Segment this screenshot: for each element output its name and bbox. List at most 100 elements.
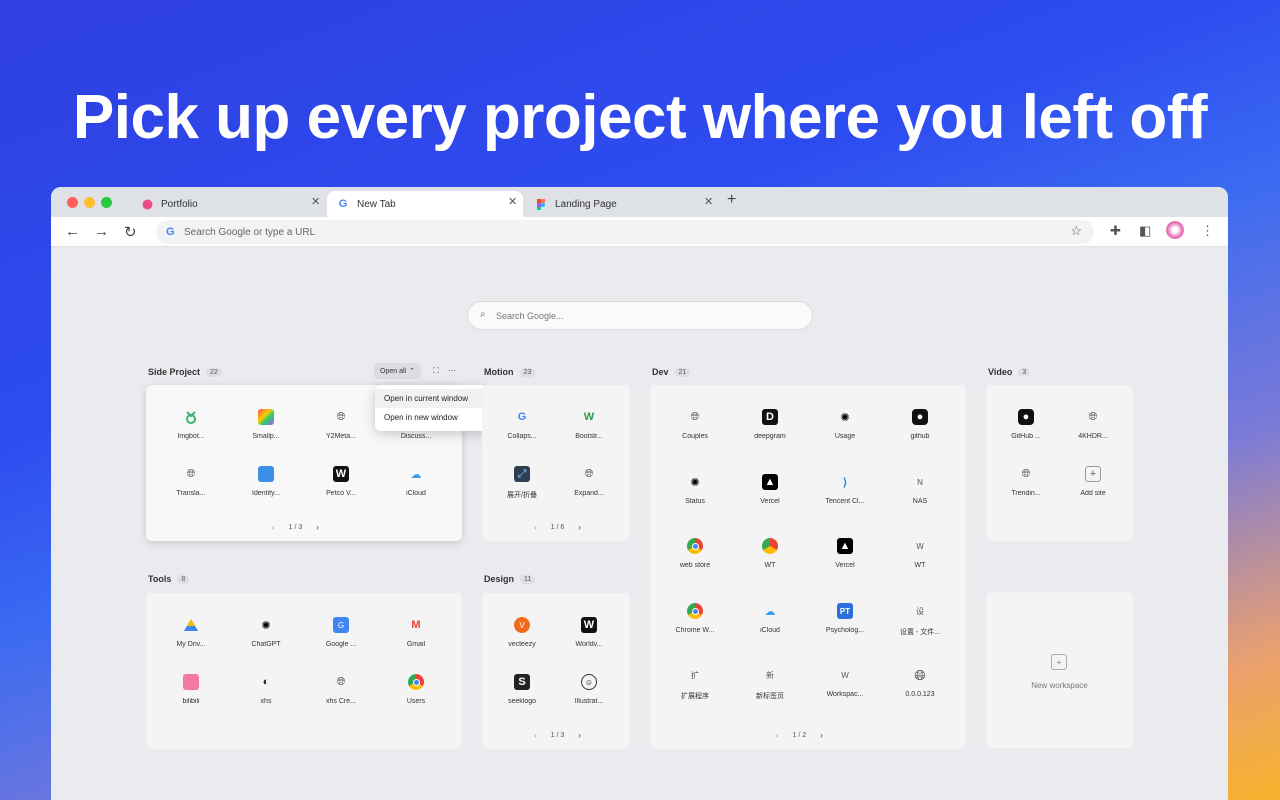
- globe-icon: 🌐︎: [1088, 410, 1098, 423]
- next-page-icon[interactable]: ›: [820, 731, 823, 740]
- group-card-motion: G Collaps... W Bootstr... ⤢ 展开/折叠 🌐︎ Expand.…: [482, 385, 630, 541]
- site-tile[interactable]: 🌐︎ Trendin...: [993, 466, 1059, 498]
- add-site-button[interactable]: + Add site: [1060, 466, 1126, 497]
- pagination: ‹ 1 / 6 ›: [534, 523, 581, 532]
- close-window-button[interactable]: [67, 197, 78, 208]
- forward-arrow-icon[interactable]: →: [94, 223, 109, 240]
- site-tile[interactable]: Imgbot...: [158, 409, 224, 440]
- menu-dots-icon[interactable]: ⋮: [1201, 223, 1214, 239]
- site-tile[interactable]: ☁ iCloud: [737, 603, 803, 635]
- google-icon: G: [166, 226, 175, 238]
- select-icon[interactable]: ⛶: [433, 366, 439, 376]
- tab-new-tab[interactable]: G New Tab: [327, 191, 523, 217]
- tab-portfolio[interactable]: Portfolio: [141, 191, 327, 217]
- prev-page-icon[interactable]: ‹: [534, 731, 537, 740]
- search-placeholder: Search Google...: [496, 310, 564, 321]
- illustration-icon: ☺: [581, 674, 597, 690]
- site-tile[interactable]: W WT: [887, 538, 953, 570]
- extensions-puzzle-icon[interactable]: ✚: [1110, 223, 1121, 239]
- bilibili-icon: [183, 674, 199, 690]
- group-count: 11: [520, 574, 536, 584]
- next-page-icon[interactable]: ›: [578, 731, 581, 740]
- site-tile[interactable]: W Workspac...: [812, 667, 878, 699]
- group-header-motion: Motion 23: [484, 367, 536, 377]
- group-count: 22: [206, 367, 222, 377]
- site-tile[interactable]: ☁ iCloud: [383, 466, 449, 498]
- new-workspace-button[interactable]: + New workspace: [986, 592, 1133, 748]
- group-header-video: Video 3: [988, 367, 1031, 377]
- site-tile[interactable]: ⟩ Tencent Cl...: [812, 474, 878, 506]
- site-tile[interactable]: Chrome W...: [662, 603, 728, 634]
- back-arrow-icon[interactable]: ←: [65, 223, 80, 240]
- site-tile[interactable]: web store: [662, 538, 728, 569]
- site-tile[interactable]: Users: [383, 674, 449, 705]
- site-tile[interactable]: W Worldv...: [556, 617, 622, 648]
- site-tile[interactable]: N NAS: [887, 474, 953, 506]
- icloud-icon: ☁: [410, 468, 422, 481]
- side-panel-icon[interactable]: ◧: [1139, 223, 1151, 239]
- site-tile[interactable]: Ddeepgram: [737, 409, 803, 440]
- w3-icon: W: [583, 411, 595, 423]
- site-tile[interactable]: Sseeklogo: [489, 674, 555, 705]
- site-tile[interactable]: ● github: [887, 409, 953, 440]
- profile-avatar[interactable]: [1166, 221, 1184, 239]
- open-current-window-item[interactable]: Open in current window: [375, 389, 487, 408]
- prev-page-icon[interactable]: ‹: [272, 523, 275, 532]
- site-tile[interactable]: 设设置 - 文件...: [887, 603, 953, 637]
- site-tile[interactable]: ▲ Vercel: [737, 474, 803, 505]
- close-tab-icon[interactable]: ✕: [311, 195, 320, 208]
- group-header-side-project: Side Project 22: [148, 367, 222, 377]
- site-tile[interactable]: Vvecteezy: [489, 617, 555, 648]
- site-tile[interactable]: ◐ xhs: [233, 674, 299, 705]
- omnibox[interactable]: G Search Google or type a URL ☆: [156, 220, 1094, 244]
- site-tile[interactable]: PT Psycholog...: [812, 603, 878, 634]
- next-page-icon[interactable]: ›: [316, 523, 319, 532]
- site-tile[interactable]: ✺ ChatGPT: [233, 617, 299, 649]
- site-tile[interactable]: ▲ Vercel: [812, 538, 878, 569]
- site-tile[interactable]: ✺ Status: [662, 474, 728, 506]
- site-tile[interactable]: WT: [737, 538, 803, 569]
- open-all-button[interactable]: Open all ⌃: [374, 363, 421, 379]
- close-tab-icon[interactable]: ✕: [704, 195, 713, 208]
- more-options-icon[interactable]: ⋯: [448, 366, 456, 375]
- google-translate-icon: G: [333, 617, 349, 633]
- site-tile[interactable]: ⤢ 展开/折叠: [489, 466, 555, 500]
- site-tile[interactable]: My Driv...: [158, 617, 224, 648]
- site-tile[interactable]: 🌐︎ Transla...: [158, 466, 224, 498]
- next-page-icon[interactable]: ›: [578, 523, 581, 532]
- site-tile[interactable]: W Petco V...: [308, 466, 374, 497]
- minimize-window-button[interactable]: [84, 197, 95, 208]
- site-tile[interactable]: W Bootstr...: [556, 409, 622, 440]
- site-tile[interactable]: bilibili: [158, 674, 224, 705]
- maximize-window-button[interactable]: [101, 197, 112, 208]
- prev-page-icon[interactable]: ‹: [776, 731, 779, 740]
- site-tile[interactable]: M Gmail: [383, 617, 449, 648]
- chevron-up-icon: ⌃: [409, 368, 415, 375]
- site-tile[interactable]: 🌐︎ 4KHDR...: [1060, 409, 1126, 441]
- prev-page-icon[interactable]: ‹: [534, 523, 537, 532]
- globe-icon: 🌐︎: [584, 467, 594, 480]
- tab-landing-page[interactable]: Landing Page: [525, 191, 715, 217]
- site-tile[interactable]: 扩扩展程序: [662, 667, 728, 701]
- close-tab-icon[interactable]: ✕: [508, 195, 517, 208]
- tab-label: Portfolio: [161, 198, 198, 210]
- site-tile[interactable]: G Google ...: [308, 617, 374, 648]
- site-tile[interactable]: 🌐︎ Expand...: [556, 466, 622, 498]
- site-tile[interactable]: ☺ Illustrat...: [556, 674, 622, 705]
- site-tile[interactable]: 🌐︎ Couples: [662, 409, 728, 441]
- reload-icon[interactable]: ↻: [124, 223, 137, 241]
- letter-n-icon: N: [917, 477, 923, 487]
- site-tile[interactable]: G Collaps...: [489, 409, 555, 440]
- site-tile[interactable]: ✺ Usage: [812, 409, 878, 441]
- site-tile[interactable]: 🌐︎ Y2Meta...: [308, 409, 374, 441]
- new-tab-plus-icon[interactable]: +: [727, 191, 736, 209]
- bookmark-star-icon[interactable]: ☆: [1070, 223, 1082, 239]
- site-tile[interactable]: 🌐︎ xhs Cre...: [308, 674, 374, 706]
- site-tile[interactable]: Smallp...: [233, 409, 299, 440]
- site-tile[interactable]: 新新标签页: [737, 667, 803, 701]
- site-tile[interactable]: Identify...: [233, 466, 299, 497]
- site-tile[interactable]: 🌐︎ 0.0.0.123: [887, 667, 953, 699]
- site-tile[interactable]: ● GitHub ...: [993, 409, 1059, 440]
- open-new-window-item[interactable]: Open in new window: [375, 408, 487, 427]
- search-input[interactable]: ⌕ Search Google...: [467, 301, 813, 330]
